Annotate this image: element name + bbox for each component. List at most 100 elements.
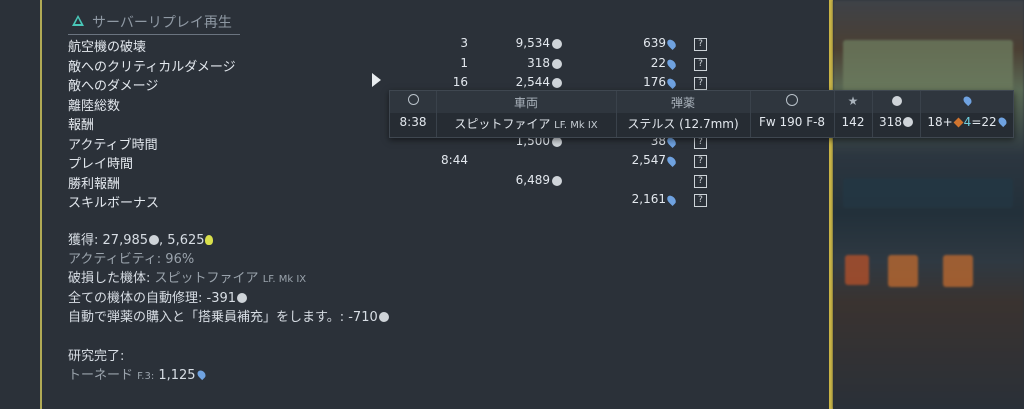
research-item-suffix: F.3: bbox=[137, 371, 155, 382]
research-item-line: トーネード F.3: 1,125 bbox=[68, 364, 207, 383]
reward-count: 3 bbox=[460, 36, 468, 50]
silver-lions-icon bbox=[552, 39, 562, 49]
reward-label: スキルボーナス bbox=[68, 196, 160, 211]
research-points-icon bbox=[665, 57, 678, 71]
reward-sl: 2,544 bbox=[515, 75, 550, 89]
star-icon: ★ bbox=[847, 94, 859, 108]
research-points-icon bbox=[961, 94, 974, 107]
silver-lions-icon bbox=[902, 117, 913, 127]
server-replay-label: サーバーリプレイ再生 bbox=[92, 15, 232, 31]
tooltip-ammo-header: 弾薬 bbox=[670, 96, 695, 110]
repair-value: -391 bbox=[206, 291, 237, 306]
earned-sl-value: 27,985 bbox=[102, 233, 149, 248]
free-rp-bulb-icon bbox=[204, 235, 213, 245]
mouse-cursor-icon bbox=[372, 73, 381, 87]
panel-left-border bbox=[40, 0, 42, 409]
reward-rp: 2,161 bbox=[631, 192, 666, 206]
tooltip-target: Fw 190 F-8 bbox=[758, 115, 826, 129]
help-icon[interactable]: ? bbox=[694, 77, 707, 90]
research-points-icon bbox=[665, 37, 678, 51]
repair-label: 全ての機体の自動修理: bbox=[68, 291, 203, 306]
reward-count: 1 bbox=[460, 56, 468, 70]
reward-rp: 2,547 bbox=[631, 153, 666, 167]
repair-line: 全ての機体の自動修理: -391 bbox=[68, 287, 248, 306]
tooltip-rp-result: =22 bbox=[971, 115, 997, 129]
silver-lions-icon bbox=[237, 293, 248, 303]
help-icon[interactable]: ? bbox=[694, 175, 707, 188]
activity-line: アクティビティ: 96% bbox=[68, 248, 194, 267]
reward-label: 敵へのダメージ bbox=[68, 79, 159, 94]
ammo-refill-label: 自動で弾薬の購入と「搭乗員補充」をします。: bbox=[68, 310, 345, 325]
silver-lions-icon bbox=[552, 59, 562, 69]
silver-lions-icon bbox=[149, 235, 160, 245]
research-points-icon bbox=[665, 193, 678, 207]
research-item-name: トーネード bbox=[68, 368, 134, 383]
silver-lions-icon bbox=[552, 176, 562, 186]
research-item-value: 1,125 bbox=[158, 368, 196, 383]
reward-count: 16 bbox=[452, 75, 468, 89]
help-icon[interactable]: ? bbox=[694, 155, 707, 168]
triangle-icon bbox=[72, 15, 84, 26]
tooltip-col-ammo: 弾薬 ステルス (12.7mm) bbox=[616, 91, 750, 137]
damaged-vehicle-suffix: LF. Mk IX bbox=[262, 274, 307, 285]
reward-rp: 176 bbox=[643, 75, 666, 89]
research-points-icon bbox=[665, 154, 678, 168]
damaged-label: 破損した機体: bbox=[68, 271, 151, 286]
reward-rp: 639 bbox=[643, 36, 666, 50]
earned-rp-value: 5,625 bbox=[167, 233, 205, 248]
reward-row: 勝利報酬 6,489? bbox=[68, 173, 728, 192]
reward-row: 航空機の破壊 3 9,534 639? bbox=[68, 36, 728, 55]
help-icon[interactable]: ? bbox=[694, 58, 707, 71]
reward-row: スキルボーナス 2,161? bbox=[68, 192, 728, 211]
reward-count: 8:44 bbox=[441, 153, 468, 167]
tooltip-col-target: Fw 190 F-8 bbox=[750, 91, 834, 137]
ammo-refill-value: -710 bbox=[348, 310, 378, 325]
reward-row: プレイ時間 8:44 2,547? bbox=[68, 153, 728, 172]
reward-sl: 9,534 bbox=[515, 36, 550, 50]
tooltip-rp-formula: 18+ bbox=[927, 115, 953, 129]
tooltip-col-time: 8:38 bbox=[390, 91, 436, 137]
tooltip-sl: 318 bbox=[879, 115, 902, 129]
reward-rp: 22 bbox=[650, 56, 666, 70]
help-icon[interactable]: ? bbox=[694, 194, 707, 207]
damaged-vehicle-name: スピットファイア bbox=[154, 271, 259, 286]
silver-lions-icon bbox=[891, 96, 902, 106]
research-title-line: 研究完了: bbox=[68, 345, 124, 364]
silver-lions-icon bbox=[378, 312, 389, 322]
reward-label: 勝利報酬 bbox=[68, 177, 121, 192]
reward-sl: 6,489 bbox=[515, 173, 550, 187]
reward-sl: 318 bbox=[527, 56, 550, 70]
tooltip-vehicle: スピットファイア bbox=[454, 117, 551, 131]
bonus-diamond-icon bbox=[953, 117, 964, 128]
research-points-icon bbox=[665, 76, 678, 90]
tooltip-ammo: ステルス (12.7mm) bbox=[627, 117, 739, 131]
damaged-vehicle-line: 破損した機体: スピットファイア LF. Mk IX bbox=[68, 267, 306, 286]
reward-label: 航空機の破壊 bbox=[68, 40, 147, 55]
tooltip-vehicle-header: 車両 bbox=[513, 96, 538, 110]
clock-icon bbox=[407, 94, 419, 105]
silver-lions-icon bbox=[552, 78, 562, 88]
tooltip-time: 8:38 bbox=[399, 115, 427, 129]
tooltip-col-vehicle: 車両 スピットファイア LF. Mk IX bbox=[436, 91, 616, 137]
reward-label: アクティブ時間 bbox=[68, 138, 158, 153]
reward-label: 離陸総数 bbox=[68, 99, 121, 114]
tooltip-score: 142 bbox=[841, 115, 865, 129]
tooltip-vehicle-suffix: LF. Mk IX bbox=[554, 120, 598, 131]
earned-label: 獲得: bbox=[68, 233, 99, 248]
help-icon[interactable]: ? bbox=[694, 38, 707, 51]
tooltip-col-sl: 318 bbox=[872, 91, 920, 137]
silver-lions-icon bbox=[552, 137, 562, 147]
earned-summary: 獲得: 27,985, 5,625 bbox=[68, 229, 213, 248]
reward-label: 敵へのクリティカルダメージ bbox=[68, 60, 236, 75]
tooltip-col-score: ★ 142 bbox=[834, 91, 872, 137]
reward-label: プレイ時間 bbox=[68, 157, 134, 172]
activity-text: アクティビティ: 96% bbox=[68, 252, 195, 267]
damage-detail-tooltip: 8:38 車両 スピットファイア LF. Mk IX 弾薬 ステルス (12.7… bbox=[389, 90, 1014, 138]
reward-row: 敵へのクリティカルダメージ 1 318 22? bbox=[68, 56, 728, 75]
research-points-icon bbox=[996, 115, 1008, 128]
research-title: 研究完了: bbox=[68, 349, 125, 364]
tooltip-col-rp: 18+ 4=22 bbox=[920, 91, 1013, 137]
server-replay-link[interactable]: サーバーリプレイ再生 bbox=[68, 12, 240, 35]
ammo-refill-line: 自動で弾薬の購入と「搭乗員補充」をします。: -710 bbox=[68, 306, 389, 325]
background-blurred-area bbox=[833, 0, 1024, 409]
